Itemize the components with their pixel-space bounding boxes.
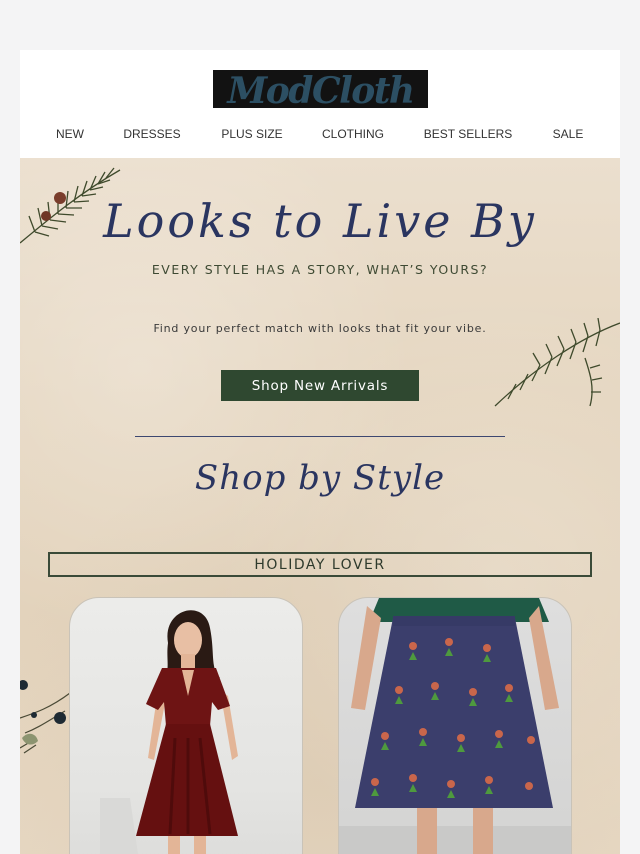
main-nav: NEW DRESSES PLUS SIZE CLOTHING BEST SELL…: [20, 127, 620, 147]
product-card-dress[interactable]: [69, 597, 303, 854]
product-image-skirt: [339, 598, 571, 854]
product-card-skirt[interactable]: [338, 597, 572, 854]
section-divider: [135, 436, 505, 437]
email-card: ModCloth NEW DRESSES PLUS SIZE CLOTHING …: [20, 50, 620, 854]
nav-item-dresses[interactable]: DRESSES: [123, 127, 180, 141]
hero-tagline: Find your perfect match with looks that …: [153, 322, 487, 335]
product-image-dress: [100, 610, 238, 854]
nav-item-best-sellers[interactable]: BEST SELLERS: [424, 127, 513, 141]
nav-item-new[interactable]: NEW: [56, 127, 84, 141]
nav-item-plus-size[interactable]: PLUS SIZE: [221, 127, 282, 141]
logo-text: ModCloth: [227, 70, 415, 108]
category-label-holiday-lover[interactable]: HOLIDAY LOVER: [48, 552, 592, 577]
nav-item-clothing[interactable]: CLOTHING: [322, 127, 384, 141]
category-label-text: HOLIDAY LOVER: [254, 556, 386, 573]
shop-new-arrivals-button[interactable]: Shop New Arrivals: [221, 370, 419, 401]
hero-title: Looks to Live By: [103, 194, 537, 248]
shop-by-style-title: Shop by Style: [194, 458, 446, 498]
hero-subtitle: EVERY STYLE HAS A STORY, WHAT’S YOURS?: [151, 262, 489, 277]
header: ModCloth NEW DRESSES PLUS SIZE CLOTHING …: [20, 50, 620, 158]
hero-banner: Looks to Live By EVERY STYLE HAS A STORY…: [20, 158, 620, 854]
nav-item-sale[interactable]: SALE: [553, 127, 584, 141]
brand-logo[interactable]: ModCloth: [213, 70, 428, 108]
